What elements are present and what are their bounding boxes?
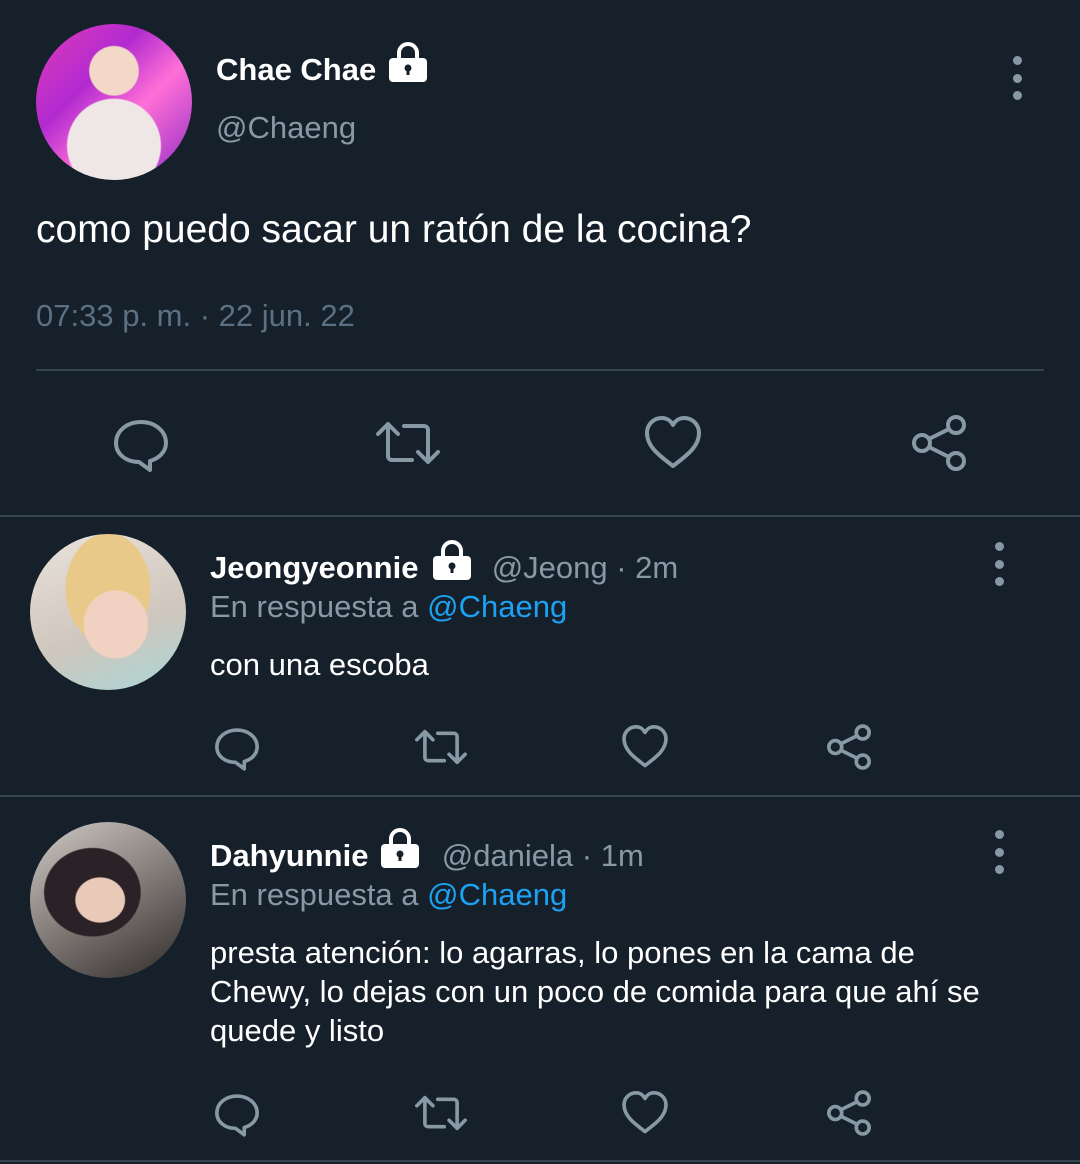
more-options-icon[interactable] [984, 542, 1014, 586]
tweet-timestamp[interactable]: 07:33 p. m. · 22 jun. 22 [36, 296, 355, 336]
reply-display-name[interactable]: Jeongyeonnie [210, 550, 418, 585]
heart-icon[interactable] [620, 722, 670, 772]
more-options-icon[interactable] [1002, 56, 1032, 100]
retweet-icon[interactable] [412, 722, 470, 772]
share-icon[interactable] [824, 1088, 874, 1138]
share-icon[interactable] [824, 722, 874, 772]
reply-to-line: En respuesta a @Chaeng [210, 587, 567, 627]
avatar-chae-chae[interactable] [36, 24, 192, 180]
reply-time: · 1m [573, 838, 644, 873]
share-icon[interactable] [908, 412, 970, 474]
reply-to-label: En respuesta a [210, 877, 428, 912]
divider [0, 515, 1080, 517]
divider [0, 795, 1080, 797]
avatar-dahyunnie[interactable] [30, 822, 186, 978]
reply-text: con una escoba [210, 647, 429, 682]
avatar-jeongyeonnie[interactable] [30, 534, 186, 690]
heart-icon[interactable] [642, 412, 704, 474]
retweet-icon[interactable] [372, 412, 444, 474]
lock-icon [381, 828, 419, 868]
reply-header: Dahyunnie @daniela · 1m [210, 836, 644, 876]
reply-icon[interactable] [212, 1088, 262, 1138]
reply-icon[interactable] [110, 412, 172, 474]
more-options-icon[interactable] [984, 830, 1014, 874]
main-display-name[interactable]: Chae Chae [216, 50, 376, 90]
reply-handle[interactable]: @Jeong [492, 550, 608, 585]
reply-to-label: En respuesta a [210, 589, 428, 624]
tweet-text: como puedo sacar un ratón de la cocina? [36, 208, 752, 251]
reply-to-line: En respuesta a @Chaeng [210, 875, 567, 915]
divider [36, 369, 1044, 371]
mention-link[interactable]: @Chaeng [427, 589, 567, 624]
lock-icon [433, 540, 471, 580]
mention-link[interactable]: @Chaeng [427, 877, 567, 912]
reply-text: presta atención: lo agarras, lo pones en… [210, 935, 980, 1048]
lock-icon [389, 42, 427, 82]
reply-display-name[interactable]: Dahyunnie [210, 838, 368, 873]
reply-icon[interactable] [212, 722, 262, 772]
divider [0, 1160, 1080, 1162]
retweet-icon[interactable] [412, 1088, 470, 1138]
reply-handle[interactable]: @daniela [442, 838, 573, 873]
main-handle[interactable]: @Chaeng [216, 108, 356, 148]
reply-time: · 2m [607, 550, 679, 585]
heart-icon[interactable] [620, 1088, 670, 1138]
